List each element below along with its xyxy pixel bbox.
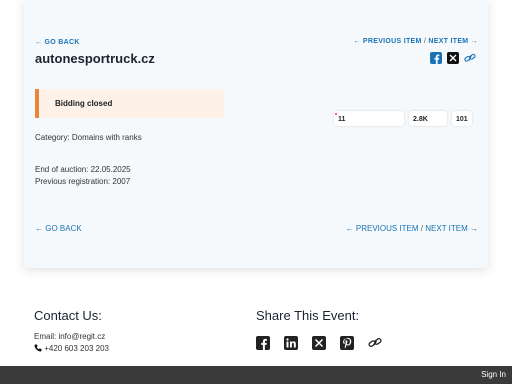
phone-number: +420 603 203 203: [44, 344, 109, 353]
x-icon[interactable]: [312, 336, 326, 350]
share-heading: Share This Event:: [256, 308, 360, 323]
stat-card-1: 11: [334, 111, 404, 126]
status-badge: Bidding closed: [35, 89, 224, 118]
go-back-link-bottom[interactable]: ← GO BACK: [35, 224, 82, 233]
link-icon[interactable]: [368, 336, 382, 350]
stat-card-2: 2.8K: [409, 111, 447, 126]
next-item-link[interactable]: NEXT ITEM →: [428, 38, 478, 45]
facebook-icon[interactable]: [430, 52, 442, 64]
pinterest-icon[interactable]: [340, 336, 354, 350]
previous-item-link-bottom[interactable]: ← PREVIOUS ITEM: [346, 224, 419, 233]
previous-registration: Previous registration: 2007: [35, 177, 131, 186]
link-icon[interactable]: [464, 52, 476, 64]
phone-icon: [34, 344, 44, 353]
footer-share-icons: [256, 336, 382, 350]
go-back-link[interactable]: ← GO BACK: [35, 39, 80, 46]
nav-separator: /: [420, 224, 424, 233]
stat-value: 11: [338, 116, 346, 123]
item-title: autonesportruck.cz: [35, 51, 155, 66]
contact-phone[interactable]: +420 603 203 203: [34, 344, 109, 353]
x-icon[interactable]: [447, 52, 459, 64]
contact-heading: Contact Us:: [34, 308, 102, 323]
previous-item-link[interactable]: ← PREVIOUS ITEM: [353, 38, 421, 45]
item-category: Category: Domains with ranks: [35, 133, 142, 142]
nav-separator: /: [423, 38, 427, 45]
stat-card-3: 101: [452, 111, 472, 126]
domain-stats-widget: 11 2.8K 101: [334, 111, 472, 126]
facebook-icon[interactable]: [256, 336, 270, 350]
sign-in-link[interactable]: Sign In: [481, 370, 506, 379]
item-share-icons: [430, 52, 476, 64]
stat-value: 101: [456, 116, 468, 123]
end-of-auction: End of auction: 22.05.2025: [35, 165, 131, 174]
stat-value: 2.8K: [413, 116, 428, 123]
footer-bar: Sign In: [0, 366, 512, 384]
rank-dot-icon: [335, 113, 337, 115]
linkedin-icon[interactable]: [284, 336, 298, 350]
status-label: Bidding closed: [55, 99, 113, 108]
item-navigation-bottom: ← PREVIOUS ITEM / NEXT ITEM →: [346, 224, 478, 233]
item-navigation-top: ← PREVIOUS ITEM / NEXT ITEM →: [353, 38, 478, 45]
next-item-link-bottom[interactable]: NEXT ITEM →: [425, 224, 478, 233]
contact-email[interactable]: Email: info@regit.cz: [34, 332, 105, 341]
